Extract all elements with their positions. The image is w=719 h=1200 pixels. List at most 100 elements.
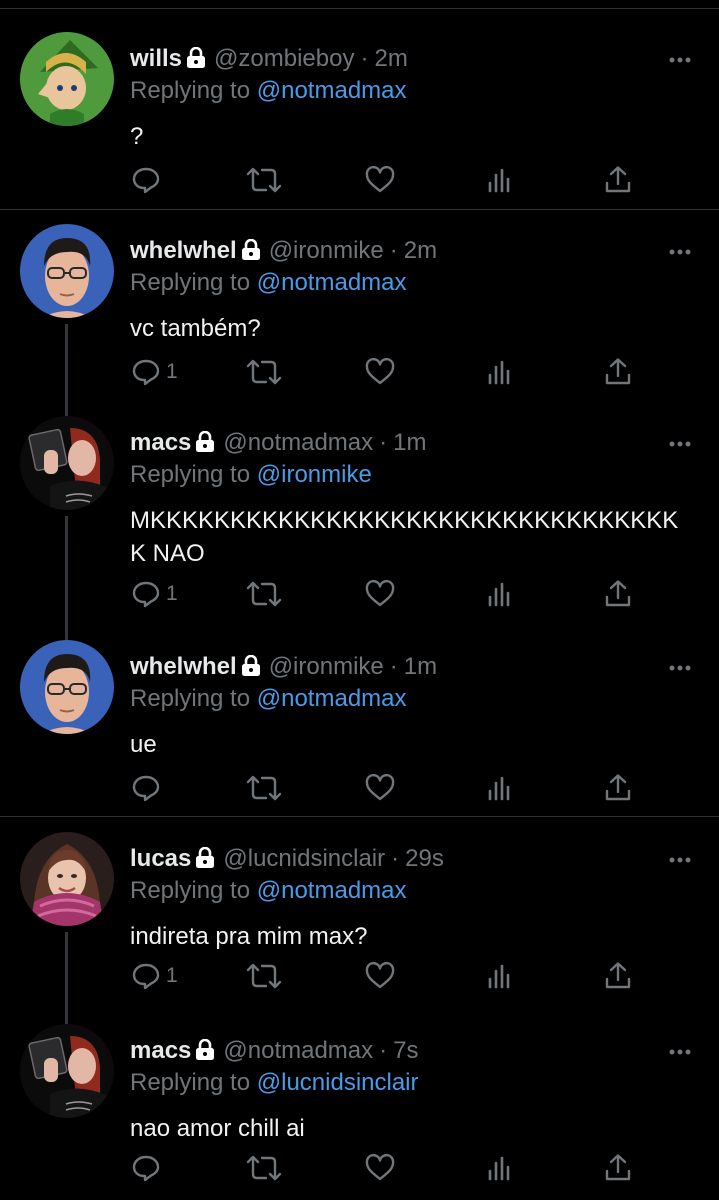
analytics-icon: [484, 164, 516, 196]
display-name[interactable]: macs: [130, 1037, 191, 1064]
tweet[interactable]: whelwhel @ironmike · 2m Replying to @notmad…: [0, 208, 719, 402]
reply-button[interactable]: 1: [130, 576, 178, 612]
user-handle[interactable]: @ironmike: [269, 237, 384, 264]
tweet-text: indireta pra mim max?: [130, 923, 368, 950]
share-button[interactable]: [602, 576, 634, 612]
user-handle[interactable]: @ironmike: [269, 653, 384, 680]
avatar[interactable]: [20, 832, 114, 926]
retweet-icon: [244, 578, 284, 610]
tweet[interactable]: macs @notmadmax · 7s Replying to @lucnidsin…: [0, 1008, 719, 1200]
more-icon[interactable]: [668, 52, 692, 63]
views-button[interactable]: [484, 576, 516, 612]
lock-icon: [195, 1038, 215, 1069]
tweet-header: macs @notmadmax · 7s: [130, 1036, 419, 1069]
views-button[interactable]: [484, 1150, 516, 1186]
views-button[interactable]: [484, 162, 516, 198]
avatar[interactable]: [20, 640, 114, 734]
share-icon: [602, 960, 634, 992]
replying-to-label: Replying to: [130, 77, 251, 104]
timestamp[interactable]: 2m: [374, 45, 407, 72]
tweet[interactable]: macs @notmadmax · 1m Replying to @ironmike …: [0, 400, 719, 624]
timestamp[interactable]: 7s: [393, 1037, 418, 1064]
display-name[interactable]: whelwhel: [130, 653, 237, 680]
separator-dot: ·: [391, 845, 400, 872]
like-button[interactable]: [364, 770, 396, 806]
display-name[interactable]: wills: [130, 45, 182, 72]
like-button[interactable]: [364, 958, 396, 994]
views-button[interactable]: [484, 958, 516, 994]
reply-mention-link[interactable]: @ironmike: [257, 461, 372, 488]
heart-icon: [364, 772, 396, 804]
retweet-button[interactable]: [244, 576, 284, 612]
analytics-icon: [484, 356, 516, 388]
separator-dot: ·: [360, 45, 369, 72]
reply-button[interactable]: 1: [130, 354, 178, 390]
user-handle[interactable]: @notmadmax: [223, 1037, 373, 1064]
replying-to: Replying to @notmadmax: [130, 268, 407, 298]
retweet-button[interactable]: [244, 958, 284, 994]
retweet-button[interactable]: [244, 354, 284, 390]
reply-button[interactable]: [130, 162, 166, 198]
more-icon[interactable]: [668, 244, 692, 255]
retweet-button[interactable]: [244, 162, 284, 198]
retweet-icon: [244, 164, 284, 196]
user-handle[interactable]: @zombieboy: [214, 45, 354, 72]
replying-to-label: Replying to: [130, 685, 251, 712]
tweet[interactable]: whelwhel @ironmike · 1m Replying to @notmad…: [0, 624, 719, 816]
share-button[interactable]: [602, 770, 634, 806]
reply-mention-link[interactable]: @notmadmax: [257, 877, 407, 904]
reply-mention-link[interactable]: @notmadmax: [257, 77, 407, 104]
reply-count: 1: [166, 964, 178, 987]
retweet-icon: [244, 772, 284, 804]
retweet-icon: [244, 356, 284, 388]
reply-button[interactable]: [130, 770, 166, 806]
avatar[interactable]: [20, 224, 114, 318]
reply-mention-link[interactable]: @lucnidsinclair: [257, 1069, 419, 1096]
tweet-header: whelwhel @ironmike · 1m: [130, 652, 437, 685]
reply-mention-link[interactable]: @notmadmax: [257, 269, 407, 296]
analytics-icon: [484, 578, 516, 610]
heart-icon: [364, 1152, 396, 1184]
replying-to-label: Replying to: [130, 1069, 251, 1096]
reply-button[interactable]: 1: [130, 958, 178, 994]
like-button[interactable]: [364, 576, 396, 612]
display-name[interactable]: whelwhel: [130, 237, 237, 264]
views-button[interactable]: [484, 354, 516, 390]
action-bar: [130, 1150, 650, 1190]
avatar[interactable]: [20, 416, 114, 510]
user-handle[interactable]: @lucnidsinclair: [223, 845, 385, 872]
more-icon[interactable]: [668, 660, 692, 671]
retweet-button[interactable]: [244, 1150, 284, 1186]
replying-to-label: Replying to: [130, 269, 251, 296]
share-button[interactable]: [602, 162, 634, 198]
replying-to: Replying to @notmadmax: [130, 876, 407, 906]
share-icon: [602, 356, 634, 388]
timestamp[interactable]: 1m: [404, 653, 437, 680]
avatar[interactable]: [20, 1024, 114, 1118]
user-handle[interactable]: @notmadmax: [223, 429, 373, 456]
like-button[interactable]: [364, 354, 396, 390]
display-name[interactable]: macs: [130, 429, 191, 456]
more-icon[interactable]: [668, 1044, 692, 1055]
timestamp[interactable]: 2m: [404, 237, 437, 264]
reply-mention-link[interactable]: @notmadmax: [257, 685, 407, 712]
reply-icon: [130, 578, 162, 610]
share-button[interactable]: [602, 354, 634, 390]
display-name[interactable]: lucas: [130, 845, 191, 872]
separator-dot: ·: [379, 429, 388, 456]
more-icon[interactable]: [668, 436, 692, 447]
tweet[interactable]: wills @zombieboy · 2m Replying to @notmadma…: [0, 16, 719, 210]
retweet-button[interactable]: [244, 770, 284, 806]
avatar[interactable]: [20, 32, 114, 126]
timestamp[interactable]: 1m: [393, 429, 426, 456]
like-button[interactable]: [364, 162, 396, 198]
share-button[interactable]: [602, 958, 634, 994]
views-button[interactable]: [484, 770, 516, 806]
share-button[interactable]: [602, 1150, 634, 1186]
timestamp[interactable]: 29s: [405, 845, 444, 872]
reply-button[interactable]: [130, 1150, 166, 1186]
analytics-icon: [484, 772, 516, 804]
like-button[interactable]: [364, 1150, 396, 1186]
more-icon[interactable]: [668, 852, 692, 863]
tweet[interactable]: lucas @lucnidsinclair · 29s Replying to @no…: [0, 816, 719, 1008]
